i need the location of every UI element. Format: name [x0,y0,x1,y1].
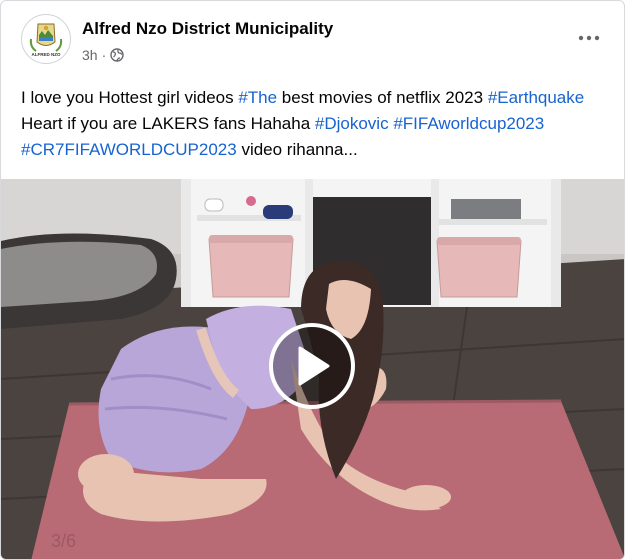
hashtag-link[interactable]: #Earthquake [488,88,584,107]
page-avatar[interactable]: ALFRED NZO [21,14,71,64]
globe-icon[interactable] [110,48,124,62]
municipality-logo-icon: ALFRED NZO [23,16,69,62]
hashtag-link[interactable]: #The [238,88,277,107]
svg-text:ALFRED NZO: ALFRED NZO [32,52,61,57]
message-text: best movies of netflix 2023 [277,88,488,107]
message-text: video rihanna... [236,140,358,159]
hashtag-link[interactable]: #FIFAworldcup2023 [393,114,544,133]
page-name-link[interactable]: Alfred Nzo District Municipality [82,19,333,39]
hashtag-link[interactable]: #Djokovic [315,114,389,133]
message-text: Heart if you are LAKERS fans Hahaha [21,114,315,133]
meta-separator: · [101,47,107,63]
hashtag-link[interactable]: #CR7FIFAWORLDCUP2023 [21,140,237,159]
post-timestamp[interactable]: 3h [82,47,98,63]
message-text: I love you Hottest girl videos [21,88,239,107]
play-button[interactable] [269,323,355,409]
more-options-icon [578,35,600,41]
post-meta: 3h · [82,47,124,63]
post-card: ALFRED NZO Alfred Nzo District Municipal… [0,0,625,560]
post-header: ALFRED NZO Alfred Nzo District Municipal… [21,14,611,74]
more-options-button[interactable] [573,22,605,54]
mat-label: 3/6 [51,531,76,551]
video-player[interactable]: 3/6 [1,179,624,559]
post-message: I love you Hottest girl videos #The best… [21,85,611,163]
play-icon [298,346,330,386]
